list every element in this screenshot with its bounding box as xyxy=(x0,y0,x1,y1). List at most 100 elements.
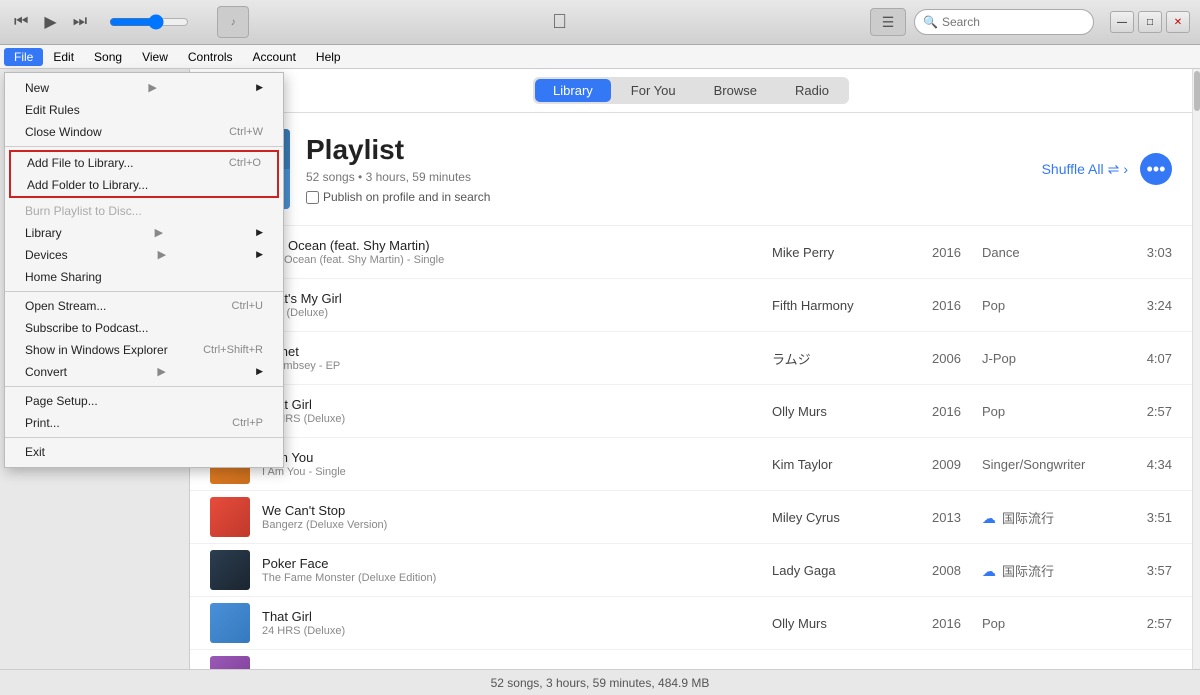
song-duration: 3:51 xyxy=(1122,510,1172,525)
song-genre: Pop xyxy=(982,404,1122,419)
scrollbar-thumb[interactable] xyxy=(1194,71,1200,111)
menu-edit[interactable]: Edit xyxy=(43,48,84,66)
song-genre: J-Pop xyxy=(982,351,1122,366)
volume-slider[interactable] xyxy=(109,14,189,30)
tab-for-you[interactable]: For You xyxy=(613,79,694,102)
next-button[interactable]: ⏭ xyxy=(69,11,91,33)
menu-print-label: Print... xyxy=(25,416,60,430)
prev-button[interactable]: ⏮ xyxy=(10,11,32,33)
close-button[interactable]: ✕ xyxy=(1166,11,1190,33)
menu-devices[interactable]: Devices ▶ xyxy=(5,244,283,266)
song-genre: ☁国际流行 xyxy=(982,667,1122,670)
search-input[interactable] xyxy=(942,15,1085,29)
song-info: The Ocean (feat. Shy Martin) The Ocean (… xyxy=(262,238,772,266)
menu-home-sharing[interactable]: Home Sharing xyxy=(5,266,283,288)
song-row[interactable]: That's My Girl 7/27 (Deluxe) Fifth Harmo… xyxy=(190,279,1192,332)
more-options-button[interactable]: ••• xyxy=(1140,153,1172,185)
song-artist: ラムジ xyxy=(772,349,932,368)
menu-convert[interactable]: Convert ▶ xyxy=(5,361,283,383)
menu-subscribe-podcast-label: Subscribe to Podcast... xyxy=(25,321,148,335)
status-bar: 52 songs, 3 hours, 59 minutes, 484.9 MB xyxy=(0,669,1200,695)
song-duration: 4:07 xyxy=(1122,351,1172,366)
song-album: The Fame Monster (Deluxe Edition) xyxy=(262,572,772,584)
tab-browse[interactable]: Browse xyxy=(696,79,775,102)
menu-show-explorer-shortcut: Ctrl+Shift+R xyxy=(203,344,263,356)
album-art-button[interactable]: ♪ xyxy=(217,6,249,38)
menu-add-folder-label: Add Folder to Library... xyxy=(27,178,148,192)
song-thumbnail xyxy=(210,603,250,643)
menu-edit-rules[interactable]: Edit Rules xyxy=(5,99,283,121)
menu-bar: File New ▶ Edit Rules Close Window Ctrl+… xyxy=(0,45,1200,69)
song-year: 2016 xyxy=(932,616,982,631)
menu-add-file[interactable]: Add File to Library... Ctrl+O xyxy=(11,152,277,174)
song-name: That Girl xyxy=(262,609,772,624)
song-row[interactable]: That Girl 24 HRS (Deluxe) Olly Murs 2016… xyxy=(190,385,1192,438)
menu-exit[interactable]: Exit xyxy=(5,441,283,463)
song-artist: Olly Murs xyxy=(772,669,932,670)
menu-account[interactable]: Account xyxy=(243,48,306,66)
shuffle-all-button[interactable]: Shuffle All ⇌ › xyxy=(1042,161,1128,178)
tab-library[interactable]: Library xyxy=(535,79,611,102)
tab-radio[interactable]: Radio xyxy=(777,79,847,102)
menu-new-label: New xyxy=(25,81,49,95)
file-dropdown-menu: New ▶ Edit Rules Close Window Ctrl+W Add… xyxy=(4,72,284,468)
song-year: 2016 xyxy=(932,298,982,313)
song-row[interactable]: The Ocean (feat. Shy Martin) The Ocean (… xyxy=(190,226,1192,279)
menu-close-window[interactable]: Close Window Ctrl+W xyxy=(5,121,283,143)
playlist-actions: Shuffle All ⇌ › ••• xyxy=(1042,153,1172,185)
menu-page-setup[interactable]: Page Setup... xyxy=(5,390,283,412)
shuffle-label: Shuffle All xyxy=(1042,161,1104,177)
song-album: 3 Lambsey - EP xyxy=(262,360,772,372)
menu-view[interactable]: View xyxy=(132,48,178,66)
song-artist: Fifth Harmony xyxy=(772,298,932,313)
song-duration: 3:24 xyxy=(1122,298,1172,313)
menu-devices-label: Devices xyxy=(25,248,68,262)
title-center:  xyxy=(249,11,870,34)
song-duration: 4:34 xyxy=(1122,457,1172,472)
menu-print[interactable]: Print... Ctrl+P xyxy=(5,412,283,434)
menu-add-folder[interactable]: Add Folder to Library... xyxy=(11,174,277,196)
song-genre: Pop xyxy=(982,616,1122,631)
song-row[interactable]: That Girl 24 HRS (Deluxe) Olly Murs 2016… xyxy=(190,597,1192,650)
menu-open-stream[interactable]: Open Stream... Ctrl+U xyxy=(5,295,283,317)
cloud-download-icon: ☁ xyxy=(982,563,996,579)
menu-file[interactable]: File New ▶ Edit Rules Close Window Ctrl+… xyxy=(4,48,43,66)
right-scrollbar[interactable] xyxy=(1192,69,1200,669)
separator-4 xyxy=(5,437,283,438)
list-view-button[interactable]: ☰ xyxy=(870,8,906,36)
song-info: Poker Face The Fame Monster (Deluxe Edit… xyxy=(262,556,772,584)
song-row[interactable]: We Can't Stop Bangerz (Deluxe Version) M… xyxy=(190,491,1192,544)
song-duration: 2:57 xyxy=(1122,616,1172,631)
song-album: 24 HRS (Deluxe) xyxy=(262,413,772,425)
song-row[interactable]: Love You More Olly Murs 2016 ☁国际流行 3:09 xyxy=(190,650,1192,669)
song-row[interactable]: I Am You I Am You - Single Kim Taylor 20… xyxy=(190,438,1192,491)
song-album: I Am You - Single xyxy=(262,466,772,478)
menu-new[interactable]: New ▶ xyxy=(5,77,283,99)
menu-show-explorer[interactable]: Show in Windows Explorer Ctrl+Shift+R xyxy=(5,339,283,361)
title-bar: ⏮ ▶ ⏭ ♪  ☰ 🔍 — □ ✕ xyxy=(0,0,1200,45)
menu-help[interactable]: Help xyxy=(306,48,351,66)
menu-controls[interactable]: Controls xyxy=(178,48,243,66)
menu-subscribe-podcast[interactable]: Subscribe to Podcast... xyxy=(5,317,283,339)
song-artist: Olly Murs xyxy=(772,404,932,419)
song-name: The Ocean (feat. Shy Martin) xyxy=(262,238,772,253)
song-artist: Olly Murs xyxy=(772,616,932,631)
menu-song[interactable]: Song xyxy=(84,48,132,66)
playlist-header: Playlist 52 songs • 3 hours, 59 minutes … xyxy=(190,113,1192,226)
song-row[interactable]: Planet 3 Lambsey - EP ラムジ 2006 J-Pop 4:0… xyxy=(190,332,1192,385)
song-year: 2016 xyxy=(932,669,982,670)
publish-checkbox[interactable] xyxy=(306,191,319,204)
separator-1 xyxy=(5,146,283,147)
menu-convert-label: Convert xyxy=(25,365,67,379)
song-year: 2013 xyxy=(932,510,982,525)
menu-burn-playlist[interactable]: Burn Playlist to Disc... xyxy=(5,200,283,222)
minimize-button[interactable]: — xyxy=(1110,11,1134,33)
status-text: 52 songs, 3 hours, 59 minutes, 484.9 MB xyxy=(491,676,710,690)
menu-add-file-label: Add File to Library... xyxy=(27,156,134,170)
song-row[interactable]: Poker Face The Fame Monster (Deluxe Edit… xyxy=(190,544,1192,597)
separator-2 xyxy=(5,291,283,292)
maximize-button[interactable]: □ xyxy=(1138,11,1162,33)
play-button[interactable]: ▶ xyxy=(40,10,60,34)
song-album: Bangerz (Deluxe Version) xyxy=(262,519,772,531)
menu-library[interactable]: Library ▶ xyxy=(5,222,283,244)
